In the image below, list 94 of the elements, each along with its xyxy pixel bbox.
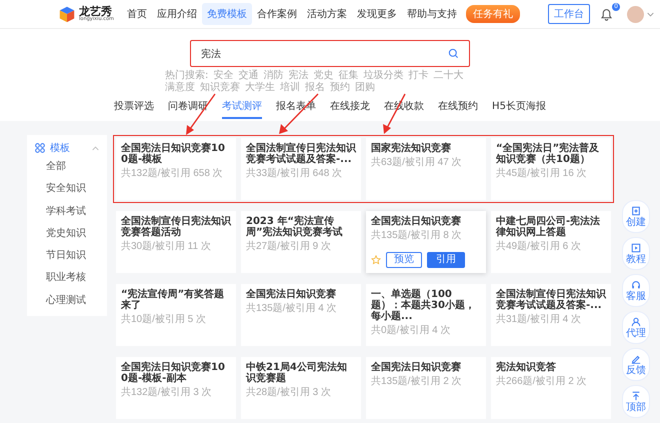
card-title: 中建七局四公司-宪法法律知识网上答题 bbox=[496, 216, 602, 238]
template-card[interactable]: 中建七局四公司-宪法法律知识网上答题 共49题/被引用 6 次 bbox=[491, 211, 611, 273]
cube-logo-icon bbox=[58, 5, 76, 23]
template-card[interactable]: 全国法制宣传日宪法知识竞赛考试试题及答案-... 共31题/被引用 4 次 bbox=[491, 284, 611, 346]
card-meta: 共266题/被引用 2 次 bbox=[496, 376, 588, 388]
card-title: “宪法宣传周”有奖答题来了 bbox=[121, 289, 226, 311]
search-icon[interactable] bbox=[448, 48, 459, 59]
search-field[interactable]: 宪法 bbox=[190, 40, 470, 67]
float-button[interactable]: 客服 bbox=[622, 274, 650, 307]
sidebar-item[interactable]: 安全知识 bbox=[27, 178, 107, 201]
nav-link[interactable]: 首页 bbox=[122, 3, 152, 25]
play-screen-icon bbox=[631, 242, 641, 252]
sidebar-item[interactable]: 职业考核 bbox=[27, 267, 107, 290]
category-tab[interactable]: 考试测评 bbox=[222, 99, 262, 119]
template-card[interactable]: “全国宪法日”宪法普及知识竞赛（共10题） 共45题/被引用 16 次 bbox=[491, 138, 611, 200]
card-meta: 共132题/被引用 658 次 bbox=[121, 168, 224, 180]
nav-link[interactable]: 帮助与支持 bbox=[402, 3, 462, 25]
chevron-icon[interactable] bbox=[92, 146, 99, 150]
category-tab[interactable]: 在线接龙 bbox=[330, 99, 370, 119]
card-meta: 共132题/被引用 3 次 bbox=[121, 387, 213, 399]
grid-icon bbox=[35, 143, 45, 153]
card-title: 国家宪法知识竞赛 bbox=[371, 143, 452, 154]
card-title: 中铁21局4公司宪法知识竞赛题 bbox=[246, 362, 348, 384]
nav-link[interactable]: 发现更多 bbox=[352, 3, 402, 25]
card-meta: 共135题/被引用 8 次 bbox=[371, 230, 463, 242]
pencil-icon bbox=[631, 354, 641, 364]
card-meta: 共135题/被引用 2 次 bbox=[371, 376, 463, 388]
category-tab[interactable]: H5长页海报 bbox=[492, 99, 546, 119]
nav-link[interactable]: 免费模板 bbox=[202, 3, 252, 25]
template-card[interactable]: 2023 年“宪法宣传周”宪法知识竞赛考试 共27题/被引用 9 次 bbox=[241, 211, 361, 273]
card-title: 全国法制宣传日宪法知识竞赛答题活动 bbox=[121, 216, 231, 238]
float-button[interactable]: 教程 bbox=[622, 237, 650, 270]
card-title: 全国宪法日知识竞赛100题-模板 bbox=[121, 143, 226, 165]
template-card[interactable]: 全国宪法日知识竞赛 共135题/被引用 2 次 bbox=[366, 357, 486, 419]
template-card[interactable]: 全国宪法日知识竞赛100题-模板-副本 共132题/被引用 3 次 bbox=[116, 357, 236, 419]
back-to-top-icon bbox=[631, 390, 641, 400]
sidebar-item[interactable]: 学科考试 bbox=[27, 200, 107, 223]
template-card[interactable]: “宪法宣传周”有奖答题来了 共10题/被引用 5 次 bbox=[116, 284, 236, 346]
logo-name: 龙艺秀 bbox=[79, 6, 112, 17]
card-meta: 共135题/被引用 4 次 bbox=[246, 303, 338, 315]
add-page-icon bbox=[631, 206, 641, 216]
nav-link[interactable]: 合作案例 bbox=[252, 3, 302, 25]
card-title: 全国宪法日知识竞赛100题-模板-副本 bbox=[121, 362, 226, 384]
card-title: 一、单选题（100题）：本题共30小题，每小题... bbox=[371, 289, 476, 322]
template-card[interactable]: 全国宪法日知识竞赛 共135题/被引用 8 次 预览 引用 bbox=[366, 211, 486, 273]
float-button[interactable]: 代理 bbox=[622, 311, 650, 344]
nav-link[interactable]: 活动方案 bbox=[302, 3, 352, 25]
avatar[interactable] bbox=[626, 6, 644, 22]
sidebar-item[interactable]: 心理测试 bbox=[27, 290, 107, 312]
card-meta: 共63题/被引用 47 次 bbox=[371, 157, 463, 169]
float-button[interactable]: 顶部 bbox=[622, 385, 650, 418]
card-title: 2023 年“宪法宣传周”宪法知识竞赛考试 bbox=[246, 216, 344, 238]
workbench-button[interactable]: 工作台 bbox=[548, 4, 590, 24]
headset-icon bbox=[631, 280, 641, 290]
sidebar-item[interactable]: 节日知识 bbox=[27, 245, 107, 268]
template-card[interactable]: 一、单选题（100题）：本题共30小题，每小题... 共0题/被引用 4 次 bbox=[366, 284, 486, 346]
card-meta: 共10题/被引用 5 次 bbox=[121, 314, 208, 326]
person-icon bbox=[631, 316, 641, 326]
hot-search-label: 热门搜索: bbox=[165, 70, 208, 82]
card-meta: 共27题/被引用 9 次 bbox=[246, 241, 332, 253]
star-icon[interactable] bbox=[371, 255, 381, 265]
card-title: 全国宪法日知识竞赛 bbox=[371, 362, 462, 373]
float-button[interactable]: 反馈 bbox=[622, 348, 650, 381]
template-card[interactable]: 中铁21局4公司宪法知识竞赛题 共28题/被引用 3 次 bbox=[241, 357, 361, 419]
float-button[interactable]: 创建 bbox=[622, 200, 650, 233]
template-card[interactable]: 全国宪法日知识竞赛100题-模板 共132题/被引用 658 次 bbox=[116, 138, 236, 200]
card-title: 宪法知识竞答 bbox=[496, 362, 557, 373]
card-title: 全国法制宣传日宪法知识竞赛考试试题及答案-... bbox=[496, 289, 606, 311]
card-meta: 共33题/被引用 648 次 bbox=[246, 168, 344, 180]
template-card[interactable]: 全国法制宣传日宪法知识竞赛答题活动 共30题/被引用 11 次 bbox=[116, 211, 236, 273]
card-title: 全国宪法日知识竞赛 bbox=[371, 216, 462, 227]
use-button[interactable]: 引用 bbox=[427, 252, 465, 268]
template-card[interactable]: 宪法知识竞答 共266题/被引用 2 次 bbox=[491, 357, 611, 419]
template-card[interactable]: 全国法制宣传日宪法知识竞赛考试试题及答案-... 共33题/被引用 648 次 bbox=[241, 138, 361, 200]
nav-link[interactable]: 应用介绍 bbox=[152, 3, 202, 25]
card-meta: 共31题/被引用 4 次 bbox=[496, 314, 582, 326]
template-card[interactable]: 国家宪法知识竞赛 共63题/被引用 47 次 bbox=[366, 138, 486, 200]
template-card[interactable]: 全国宪法日知识竞赛 共135题/被引用 4 次 bbox=[241, 284, 361, 346]
card-meta: 共45题/被引用 16 次 bbox=[496, 168, 588, 180]
card-meta: 共28题/被引用 3 次 bbox=[246, 387, 332, 399]
card-meta: 共30题/被引用 11 次 bbox=[121, 241, 212, 253]
card-title: 全国法制宣传日宪法知识竞赛考试试题及答案-... bbox=[246, 143, 356, 165]
card-title: “全国宪法日”宪法普及知识竞赛（共10题） bbox=[496, 143, 600, 165]
category-tab[interactable]: 在线预约 bbox=[438, 99, 478, 119]
chevron-down-icon[interactable] bbox=[646, 12, 654, 16]
card-meta: 共49题/被引用 6 次 bbox=[496, 241, 582, 253]
card-meta: 共0题/被引用 4 次 bbox=[371, 325, 452, 337]
sidebar-item[interactable]: 党史知识 bbox=[27, 222, 107, 246]
sidebar-item[interactable]: 全部 bbox=[27, 156, 107, 178]
notification-bell-icon[interactable] bbox=[600, 8, 613, 20]
sidebar-title[interactable]: 模板 bbox=[50, 141, 70, 155]
category-tab[interactable]: 投票评选 bbox=[114, 99, 154, 119]
card-title: 全国宪法日知识竞赛 bbox=[246, 289, 337, 300]
preview-button[interactable]: 预览 bbox=[386, 252, 422, 268]
